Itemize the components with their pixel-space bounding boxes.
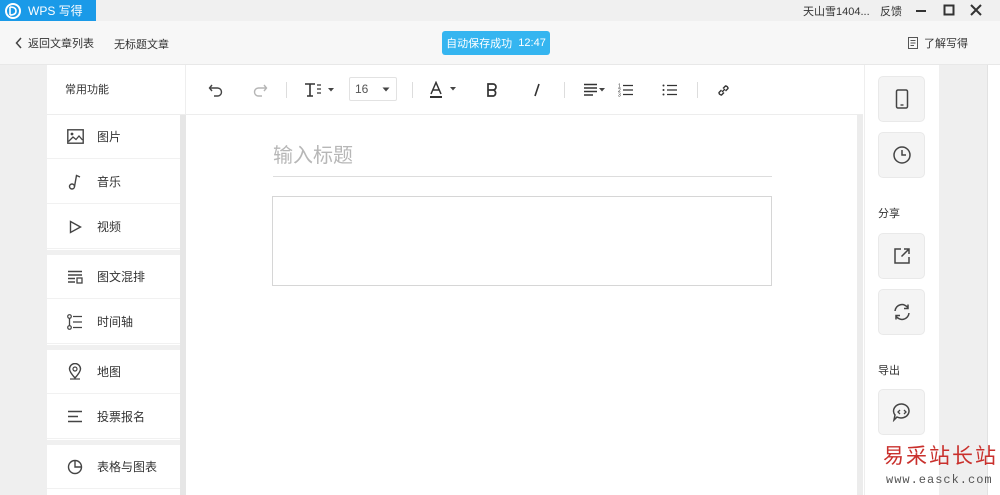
- doc-title: 无标题文章: [114, 39, 169, 51]
- sidebar-header: 常用功能: [47, 65, 186, 115]
- sidebar-item-music[interactable]: 音乐: [47, 160, 180, 204]
- toolbar-divider: [412, 82, 413, 98]
- sidebar-item-map[interactable]: 地图: [47, 350, 180, 394]
- share-external-icon: [893, 248, 910, 264]
- autosave-status-badge: 自动保存成功 12:47: [442, 31, 550, 55]
- align-dropdown[interactable]: [583, 79, 607, 101]
- italic-icon[interactable]: [532, 79, 542, 101]
- sidebar-item-label: 音乐: [97, 175, 122, 189]
- unordered-list-icon[interactable]: [662, 79, 678, 101]
- chevron-down-icon: [382, 87, 390, 92]
- autosave-time: 12:47: [518, 37, 546, 49]
- title-input[interactable]: [273, 137, 772, 177]
- mobile-preview-icon: [895, 89, 908, 109]
- text-style-dropdown[interactable]: [304, 79, 336, 101]
- export-label: 导出: [878, 365, 900, 377]
- map-pin-icon: [66, 363, 84, 381]
- music-note-icon: [66, 173, 84, 191]
- sidebar-item-timeline[interactable]: 时间轴: [47, 300, 180, 344]
- sidebar-item-table-chart[interactable]: 表格与图表: [47, 445, 180, 489]
- svg-text:3: 3: [618, 93, 621, 98]
- history-clock-icon: [892, 146, 911, 164]
- bold-icon[interactable]: [486, 79, 498, 101]
- app-tab[interactable]: WPS 写得: [0, 0, 96, 21]
- sidebar-item-label: 图片: [97, 130, 122, 144]
- share-label: 分享: [878, 208, 900, 220]
- redo-icon[interactable]: [252, 79, 268, 101]
- body-editor[interactable]: [272, 196, 772, 286]
- sidebar-item-label: 图文混排: [97, 270, 146, 284]
- user-account-menu[interactable]: 天山雪1404...: [803, 3, 870, 19]
- text-image-layout-icon: [66, 268, 84, 286]
- editor-header: 返回文章列表 无标题文章 自动保存成功 12:47 了解写得: [0, 21, 1000, 65]
- site-watermark: 易采站长站 www.easck.com: [876, 436, 1000, 495]
- sidebar-item-label: 投票报名: [97, 410, 146, 424]
- play-icon: [66, 218, 84, 236]
- sync-button[interactable]: [878, 289, 925, 335]
- close-icon[interactable]: [968, 2, 984, 18]
- link-icon[interactable]: [716, 79, 731, 101]
- pie-chart-icon: [66, 458, 84, 476]
- wps-logo-icon: [5, 2, 21, 19]
- feature-sidebar: 常用功能 图片 音乐 视频 图文混排 时间轴 地图 投票报名 表格与图表: [47, 65, 186, 495]
- vote-list-icon: [66, 408, 84, 426]
- learn-about-link[interactable]: 了解写得: [907, 35, 968, 51]
- feedback-link[interactable]: 反馈: [880, 3, 902, 19]
- image-icon: [66, 128, 84, 146]
- share-button[interactable]: [878, 233, 925, 279]
- sidebar-item-label: 表格与图表: [97, 460, 158, 474]
- sync-refresh-icon: [893, 303, 910, 321]
- document-icon: [908, 37, 918, 49]
- left-gutter: [0, 65, 47, 495]
- sidebar-item-vote[interactable]: 投票报名: [47, 395, 180, 439]
- minimize-icon[interactable]: [913, 2, 929, 18]
- font-color-dropdown[interactable]: [429, 79, 459, 101]
- ordered-list-icon[interactable]: 123: [618, 79, 634, 101]
- export-chat-icon: [892, 403, 910, 422]
- undo-icon[interactable]: [208, 79, 224, 101]
- history-button[interactable]: [878, 132, 925, 178]
- sidebar-item-label: 视频: [97, 220, 122, 234]
- toolbar-divider: [564, 82, 565, 98]
- window-scrollbar[interactable]: [987, 65, 1000, 495]
- mobile-preview-button[interactable]: [878, 76, 925, 122]
- toolbar-divider: [286, 82, 287, 98]
- app-title: WPS 写得: [28, 4, 83, 18]
- toolbar-divider: [697, 82, 698, 98]
- maximize-icon[interactable]: [941, 2, 957, 18]
- timeline-icon: [66, 313, 84, 331]
- export-button[interactable]: [878, 389, 925, 435]
- chevron-left-icon: [15, 37, 22, 49]
- sidebar-item-label: 时间轴: [97, 315, 134, 329]
- format-toolbar: 16 123: [186, 65, 863, 115]
- watermark-site-name: 易采站长站: [883, 444, 998, 468]
- watermark-site-url: www.easck.com: [886, 473, 993, 487]
- font-size-value: 16: [355, 82, 369, 96]
- back-label: 返回文章列表: [28, 38, 94, 50]
- learn-label: 了解写得: [924, 38, 968, 50]
- sidebar-item-video[interactable]: 视频: [47, 205, 180, 249]
- back-to-list-link[interactable]: 返回文章列表: [15, 35, 94, 51]
- sidebar-item-text-image-layout[interactable]: 图文混排: [47, 255, 180, 299]
- sidebar-item-label: 地图: [97, 365, 122, 379]
- autosave-status-text: 自动保存成功: [446, 38, 513, 50]
- font-size-select[interactable]: 16: [349, 77, 397, 101]
- window-titlebar: WPS 写得 天山雪1404... 反馈: [0, 0, 1000, 21]
- editor-scrollbar[interactable]: [857, 115, 863, 495]
- sidebar-item-image[interactable]: 图片: [47, 115, 180, 159]
